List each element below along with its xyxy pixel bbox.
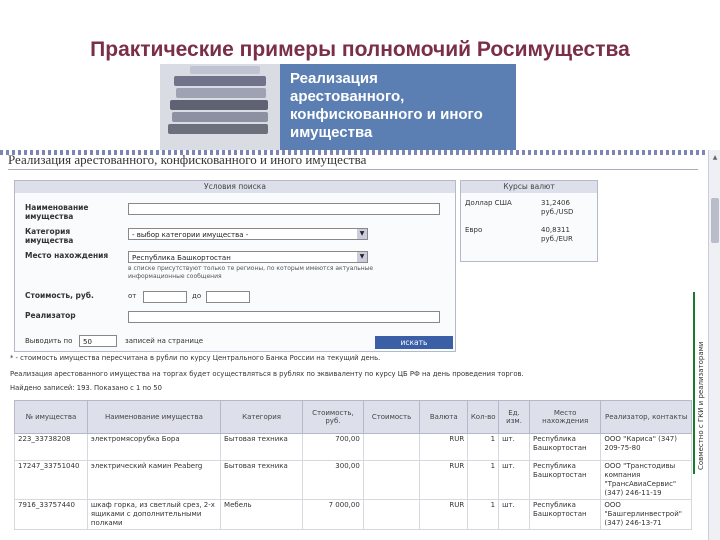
table-row[interactable]: 223_33738208 электромясорубка Бора Бытов… [14, 433, 692, 461]
cell-item-name[interactable]: электрический камин Peaberg [86, 460, 222, 500]
rate-value: 40,8311 [541, 226, 570, 234]
column-header[interactable]: № имущества [14, 400, 88, 434]
rate-currency: Евро [465, 226, 483, 234]
banner-line: арестованного, [290, 88, 405, 105]
currency-rates: Курсы валют Доллар США 31,2406 руб./USD … [460, 180, 598, 262]
cell-cost-rub: 300,00 [302, 460, 364, 500]
books-illustration [160, 64, 280, 150]
cell-cost-rub: 7 000,00 [302, 499, 364, 530]
location-label: Место нахождения [25, 251, 109, 260]
title-divider [8, 169, 698, 170]
page-size-input[interactable]: 50 [79, 335, 117, 347]
name-label: Наименование имущества [25, 203, 89, 221]
cell-location: Республика Башкортостан [528, 433, 602, 461]
cell-currency: RUR [419, 460, 469, 500]
search-button[interactable]: искать [375, 336, 453, 349]
cell-unit: шт. [498, 433, 530, 461]
cell-unit: шт. [498, 499, 530, 530]
cell-currency: RUR [419, 433, 469, 461]
column-header[interactable]: Стоимость, руб. [302, 400, 364, 434]
cell-seller: ООО "Кариса" (347) 209-75-80 [600, 433, 692, 461]
cell-quantity: 1 [467, 433, 500, 461]
cell-cost-rub: 700,00 [302, 433, 364, 461]
location-select-value: Республика Башкортостан [132, 254, 231, 262]
slide-title: Практические примеры полномочий Росимуще… [90, 38, 630, 61]
cell-quantity: 1 [467, 499, 500, 530]
cost-label: Стоимость, руб. [25, 291, 94, 300]
chevron-down-icon: ▼ [357, 229, 367, 239]
page-title: Реализация арестованного, конфискованног… [8, 152, 367, 167]
scrollbar-thumb[interactable] [711, 198, 719, 243]
category-select-value: - выбор категории имущества - [132, 231, 249, 239]
web-page-panel: Реализация арестованного, конфискованног… [0, 150, 706, 540]
cost-to-label: до [192, 292, 202, 300]
category-select[interactable]: - выбор категории имущества - ▼ [128, 228, 368, 240]
column-header[interactable]: Ед. изм. [498, 400, 530, 434]
rate-unit: руб./EUR [541, 235, 573, 243]
scroll-up-icon[interactable]: ▲ [711, 154, 719, 162]
footnote-trading: Реализация арестованного имущества на то… [10, 370, 524, 378]
location-note: в списке присутствуют только те регионы,… [128, 265, 374, 280]
cell-cost [362, 460, 421, 500]
rate-value: 31,2406 [541, 199, 570, 207]
cell-category: Мебель [220, 499, 304, 530]
seller-input[interactable] [128, 311, 440, 323]
cell-unit: шт. [498, 460, 530, 500]
cell-currency: RUR [419, 499, 469, 530]
cost-from-input[interactable] [143, 291, 187, 303]
column-header[interactable]: Валюта [419, 400, 469, 434]
search-form-header: Условия поиска [15, 181, 455, 193]
results-table: № имущества Наименование имущества Катег… [14, 400, 692, 530]
cell-lot-number: 17247_33751040 [14, 460, 88, 500]
cell-lot-number: 223_33738208 [14, 433, 88, 461]
column-header[interactable]: Реализатор, контакты [600, 400, 692, 434]
cell-category: Бытовая техника [220, 460, 304, 500]
chevron-down-icon: ▼ [357, 252, 367, 262]
cost-to-input[interactable] [206, 291, 250, 303]
page-size-label: Выводить по [25, 337, 73, 345]
cell-cost [362, 499, 421, 530]
side-label-text: Совместно с ГКИ и реализаторами [697, 341, 705, 470]
banner-line: конфискованного и иного [290, 106, 483, 123]
cell-item-name[interactable]: электромясорубка Бора [86, 433, 222, 461]
column-header[interactable]: Место нахождения [528, 400, 602, 434]
category-label: Категория имущества [25, 227, 74, 245]
cost-from-label: от [128, 292, 137, 300]
cell-category: Бытовая техника [220, 433, 304, 461]
cell-item-name[interactable]: шкаф горка, из светлый срез, 2-х ящиками… [86, 499, 222, 530]
table-header-row: № имущества Наименование имущества Катег… [14, 400, 692, 434]
cell-seller: ООО "Транстодивы компания "ТрансАвиаСерв… [600, 460, 692, 500]
rate-unit: руб./USD [541, 208, 574, 216]
cell-location: Республика Башкортостан [528, 460, 602, 500]
vertical-scrollbar[interactable]: ▲ [708, 150, 720, 540]
banner-line: имущества [290, 124, 373, 141]
cell-seller: ООО "Башгерлинвестрой" (347) 246-13-71 [600, 499, 692, 530]
page-size-suffix: записей на странице [125, 337, 204, 345]
name-input[interactable] [128, 203, 440, 215]
cell-cost [362, 433, 421, 461]
rate-currency: Доллар США [465, 199, 512, 207]
column-header[interactable]: Стоимость [362, 400, 421, 434]
location-select[interactable]: Республика Башкортостан ▼ [128, 251, 368, 263]
records-found: Найдено записей: 193. Показано с 1 по 50 [10, 384, 162, 392]
column-header[interactable]: Наименование имущества [86, 400, 222, 434]
table-row[interactable]: 17247_33751040 электрический камин Peabe… [14, 460, 692, 500]
section-banner: Реализация арестованного, конфискованног… [160, 64, 516, 150]
cell-lot-number: 7916_33757440 [14, 499, 88, 530]
seller-label: Реализатор [25, 311, 76, 320]
table-row[interactable]: 7916_33757440 шкаф горка, из светлый сре… [14, 499, 692, 530]
side-label: Совместно с ГКИ и реализаторами [693, 292, 708, 474]
cell-location: Республика Башкортостан [528, 499, 602, 530]
cell-quantity: 1 [467, 460, 500, 500]
search-form: Условия поиска Наименование имущества Ка… [14, 180, 456, 352]
currency-rates-header: Курсы валют [461, 181, 597, 193]
footnote-rates: * - стоимость имущества пересчитана в ру… [10, 354, 381, 362]
column-header[interactable]: Категория [220, 400, 304, 434]
banner-line: Реализация [290, 70, 378, 87]
banner-text: Реализация арестованного, конфискованног… [290, 70, 510, 142]
column-header[interactable]: Кол-во [467, 400, 500, 434]
